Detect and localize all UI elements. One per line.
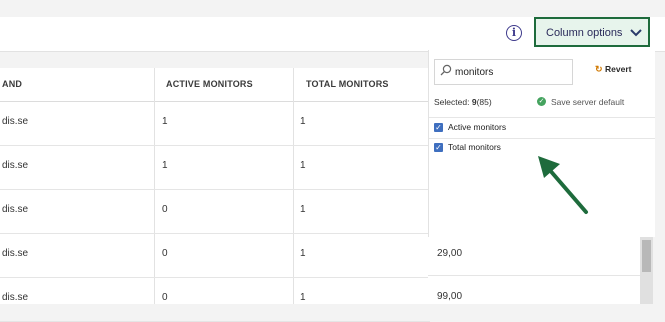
table-row[interactable]: dis.se 1 1 (0, 146, 430, 190)
table-row[interactable]: dis.se 0 1 (0, 190, 430, 234)
table-cell: 29,00 (437, 248, 463, 259)
table-cell: dis.se (2, 248, 29, 259)
column-header-brand[interactable]: AND (2, 79, 22, 89)
table-cell: 1 (300, 248, 306, 259)
table-cell: 1 (300, 160, 306, 171)
column-options-button[interactable]: Column options (534, 17, 650, 47)
column-header-active-monitors[interactable]: ACTIVE MONITORS (166, 79, 253, 89)
table-cell: 1 (162, 116, 168, 127)
table-row[interactable]: dis.se 1 1 (0, 102, 430, 146)
checkbox-checked-icon[interactable]: ✓ (434, 143, 443, 152)
save-default-label: Save server default (551, 97, 625, 107)
table-cell: dis.se (2, 116, 29, 127)
table-cell: 0 (162, 292, 168, 303)
scrollbar[interactable] (640, 237, 653, 304)
table-cell: 1 (300, 204, 306, 215)
data-table: AND ACTIVE MONITORS TOTAL MONITORS dis.s… (0, 68, 430, 322)
revert-button[interactable]: ↻ Revert (595, 64, 632, 74)
table-cell: 1 (300, 292, 306, 303)
column-options-label: Column options (546, 27, 623, 39)
column-search-input[interactable]: monitors (434, 59, 573, 85)
scroll-thumb[interactable] (642, 240, 651, 272)
table-cell: 0 (162, 204, 168, 215)
info-icon[interactable]: i (506, 25, 522, 41)
annotation-arrow-icon (538, 156, 588, 214)
table-cell: dis.se (2, 204, 29, 215)
selected-label: Selected: (434, 97, 470, 107)
option-label: Active monitors (448, 122, 507, 132)
revert-icon: ↻ (595, 64, 603, 74)
table-cell: 1 (162, 160, 168, 171)
table-cell: 0 (162, 248, 168, 259)
table-header: AND ACTIVE MONITORS TOTAL MONITORS (0, 68, 430, 102)
check-circle-icon: ✓ (537, 97, 546, 106)
search-value: monitors (455, 67, 494, 78)
table-row[interactable]: dis.se 0 1 (0, 278, 430, 322)
row-divider (428, 275, 640, 276)
selected-count: Selected: 9(85) (434, 97, 492, 107)
column-header-total-monitors[interactable]: TOTAL MONITORS (306, 79, 389, 89)
panel-divider (429, 138, 655, 139)
search-icon (440, 64, 452, 76)
table-cell: 99,00 (437, 291, 463, 302)
checkbox-checked-icon[interactable]: ✓ (434, 123, 443, 132)
option-label: Total monitors (448, 142, 501, 152)
panel-divider (429, 117, 655, 118)
save-server-default-button[interactable]: ✓ Save server default (537, 97, 625, 107)
selected-total: (85) (476, 97, 492, 107)
chevron-down-icon (630, 29, 642, 37)
table-extra-column: 29,00 99,00 (428, 237, 640, 304)
revert-label: Revert (605, 64, 632, 74)
table-cell: 1 (300, 116, 306, 127)
table-row[interactable]: dis.se 0 1 (0, 234, 430, 278)
table-cell: dis.se (2, 160, 29, 171)
table-cell: dis.se (2, 292, 29, 303)
